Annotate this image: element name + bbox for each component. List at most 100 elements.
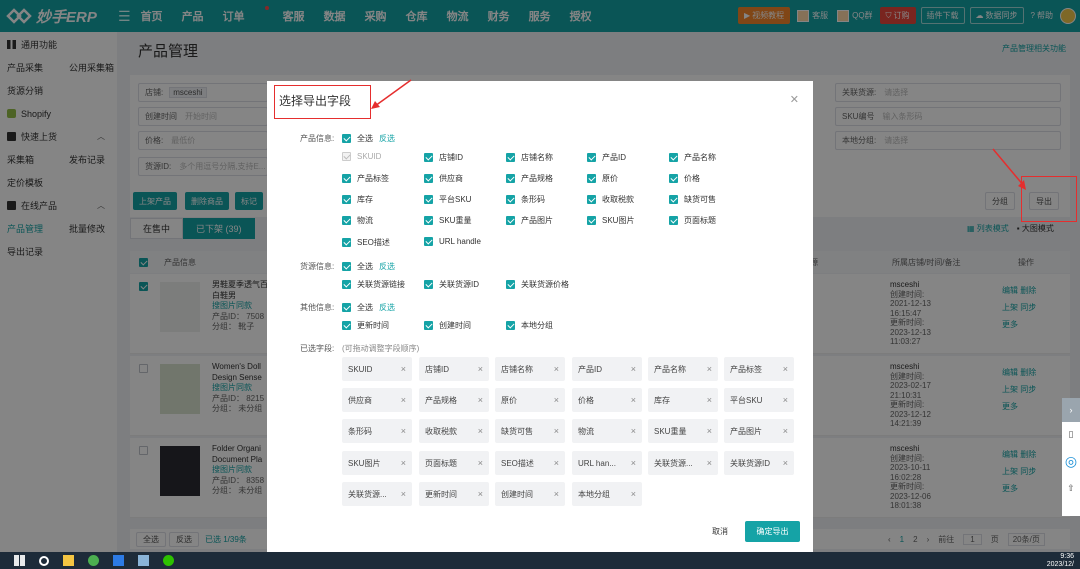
selected-field-tag[interactable]: 关联货源ID × <box>724 451 794 475</box>
field-platform-sku[interactable]: 平台SKU <box>424 194 471 205</box>
selected-field-tag[interactable]: 产品规格 × <box>419 388 489 412</box>
phone-icon[interactable]: ▯ <box>1062 422 1080 446</box>
remove-field-icon[interactable]: × <box>783 426 788 436</box>
selected-field-tag[interactable]: 页面标题 × <box>419 451 489 475</box>
field-tax[interactable]: 收取税款 <box>587 194 634 205</box>
remove-field-icon[interactable]: × <box>631 489 636 499</box>
field-source-link[interactable]: 关联货源链接 <box>342 279 405 290</box>
wechat-icon[interactable] <box>163 555 174 566</box>
field-sku-weight[interactable]: SKU重量 <box>424 215 471 226</box>
selected-field-tag[interactable]: 更新时间 × <box>419 482 489 506</box>
field-product-image[interactable]: 产品图片 <box>506 215 553 226</box>
windows-start-icon[interactable] <box>14 555 25 566</box>
app-icon[interactable] <box>113 555 124 566</box>
selected-field-tag[interactable]: 产品图片 × <box>724 419 794 443</box>
field-supplier[interactable]: 供应商 <box>424 173 463 184</box>
selected-field-tag[interactable]: URL han... × <box>572 451 642 475</box>
field-local-group[interactable]: 本地分组 <box>506 320 553 331</box>
selected-field-tag[interactable]: 缺货可售 × <box>495 419 565 443</box>
field-seo[interactable]: SEO描述 <box>342 237 390 248</box>
selected-field-tag[interactable]: 价格 × <box>572 388 642 412</box>
other-inverse-link[interactable]: 反选 <box>379 302 395 313</box>
remove-field-icon[interactable]: × <box>478 489 483 499</box>
expand-icon[interactable]: › <box>1062 398 1080 422</box>
remove-field-icon[interactable]: × <box>707 426 712 436</box>
field-product-tag[interactable]: 产品标签 <box>342 173 389 184</box>
remove-field-icon[interactable]: × <box>554 489 559 499</box>
field-source-price[interactable]: 关联货源价格 <box>506 279 569 290</box>
browser-icon[interactable] <box>88 555 99 566</box>
remove-field-icon[interactable]: × <box>401 489 406 499</box>
remove-field-icon[interactable]: × <box>631 395 636 405</box>
remove-field-icon[interactable]: × <box>401 426 406 436</box>
confirm-export-button[interactable]: 确定导出 <box>745 521 800 542</box>
selected-field-tag[interactable]: 关联货源... × <box>342 482 412 506</box>
product-inverse-link[interactable]: 反选 <box>379 133 395 144</box>
selected-field-tag[interactable]: 本地分组 × <box>572 482 642 506</box>
remove-field-icon[interactable]: × <box>707 364 712 374</box>
remove-field-icon[interactable]: × <box>783 458 788 468</box>
file-explorer-icon[interactable] <box>63 555 74 566</box>
top-icon[interactable]: ⇧ <box>1062 476 1080 500</box>
selected-field-tag[interactable]: 库存 × <box>648 388 718 412</box>
field-logistics[interactable]: 物流 <box>342 215 373 226</box>
field-source-id[interactable]: 关联货源ID <box>424 279 479 290</box>
selected-field-tag[interactable]: SKU图片 × <box>342 451 412 475</box>
field-spec[interactable]: 产品规格 <box>506 173 553 184</box>
selected-field-tag[interactable]: 创建时间 × <box>495 482 565 506</box>
remove-field-icon[interactable]: × <box>631 364 636 374</box>
chat-icon[interactable]: ◎ <box>1062 446 1080 476</box>
remove-field-icon[interactable]: × <box>707 458 712 468</box>
field-stock[interactable]: 库存 <box>342 194 373 205</box>
field-create-time[interactable]: 创建时间 <box>424 320 471 331</box>
selected-field-tag[interactable]: 平台SKU × <box>724 388 794 412</box>
selected-field-tag[interactable]: 收取税款 × <box>419 419 489 443</box>
selected-field-tag[interactable]: 店铺名称 × <box>495 357 565 381</box>
source-select-all[interactable]: 全选 反选 <box>342 261 395 272</box>
field-update-time[interactable]: 更新时间 <box>342 320 389 331</box>
selected-field-tag[interactable]: 关联货源... × <box>648 451 718 475</box>
other-select-all[interactable]: 全选 反选 <box>342 302 395 313</box>
field-store-name[interactable]: 店铺名称 <box>506 152 553 163</box>
field-sku-image[interactable]: SKU图片 <box>587 215 634 226</box>
field-original-price[interactable]: 原价 <box>587 173 618 184</box>
remove-field-icon[interactable]: × <box>554 426 559 436</box>
remove-field-icon[interactable]: × <box>478 458 483 468</box>
selected-field-tag[interactable]: 条形码 × <box>342 419 412 443</box>
remove-field-icon[interactable]: × <box>478 364 483 374</box>
field-page-title[interactable]: 页面标题 <box>669 215 716 226</box>
selected-field-tag[interactable]: 产品名称 × <box>648 357 718 381</box>
source-inverse-link[interactable]: 反选 <box>379 261 395 272</box>
selected-field-tag[interactable]: 产品ID × <box>572 357 642 381</box>
selected-field-tag[interactable]: 供应商 × <box>342 388 412 412</box>
remove-field-icon[interactable]: × <box>554 364 559 374</box>
field-oversell[interactable]: 缺货可售 <box>669 194 716 205</box>
selected-field-tag[interactable]: SKUID × <box>342 357 412 381</box>
selected-field-tag[interactable]: 原价 × <box>495 388 565 412</box>
remove-field-icon[interactable]: × <box>631 458 636 468</box>
notes-icon[interactable] <box>138 555 149 566</box>
remove-field-icon[interactable]: × <box>401 458 406 468</box>
remove-field-icon[interactable]: × <box>631 426 636 436</box>
remove-field-icon[interactable]: × <box>401 395 406 405</box>
remove-field-icon[interactable]: × <box>554 395 559 405</box>
field-product-id[interactable]: 产品ID <box>587 152 626 163</box>
remove-field-icon[interactable]: × <box>783 395 788 405</box>
field-product-name[interactable]: 产品名称 <box>669 152 716 163</box>
remove-field-icon[interactable]: × <box>478 395 483 405</box>
remove-field-icon[interactable]: × <box>401 364 406 374</box>
cancel-button[interactable]: 取消 <box>704 521 736 542</box>
selected-field-tag[interactable]: SKU重量 × <box>648 419 718 443</box>
selected-field-tag[interactable]: 物流 × <box>572 419 642 443</box>
field-url-handle[interactable]: URL handle <box>424 237 481 246</box>
field-barcode[interactable]: 条形码 <box>506 194 545 205</box>
selected-field-tag[interactable]: 产品标签 × <box>724 357 794 381</box>
search-icon[interactable] <box>39 555 49 566</box>
selected-field-tag[interactable]: SEO描述 × <box>495 451 565 475</box>
close-icon[interactable]: ✕ <box>790 93 799 106</box>
remove-field-icon[interactable]: × <box>478 426 483 436</box>
remove-field-icon[interactable]: × <box>707 395 712 405</box>
field-store-id[interactable]: 店铺ID <box>424 152 463 163</box>
remove-field-icon[interactable]: × <box>783 364 788 374</box>
field-price[interactable]: 价格 <box>669 173 700 184</box>
